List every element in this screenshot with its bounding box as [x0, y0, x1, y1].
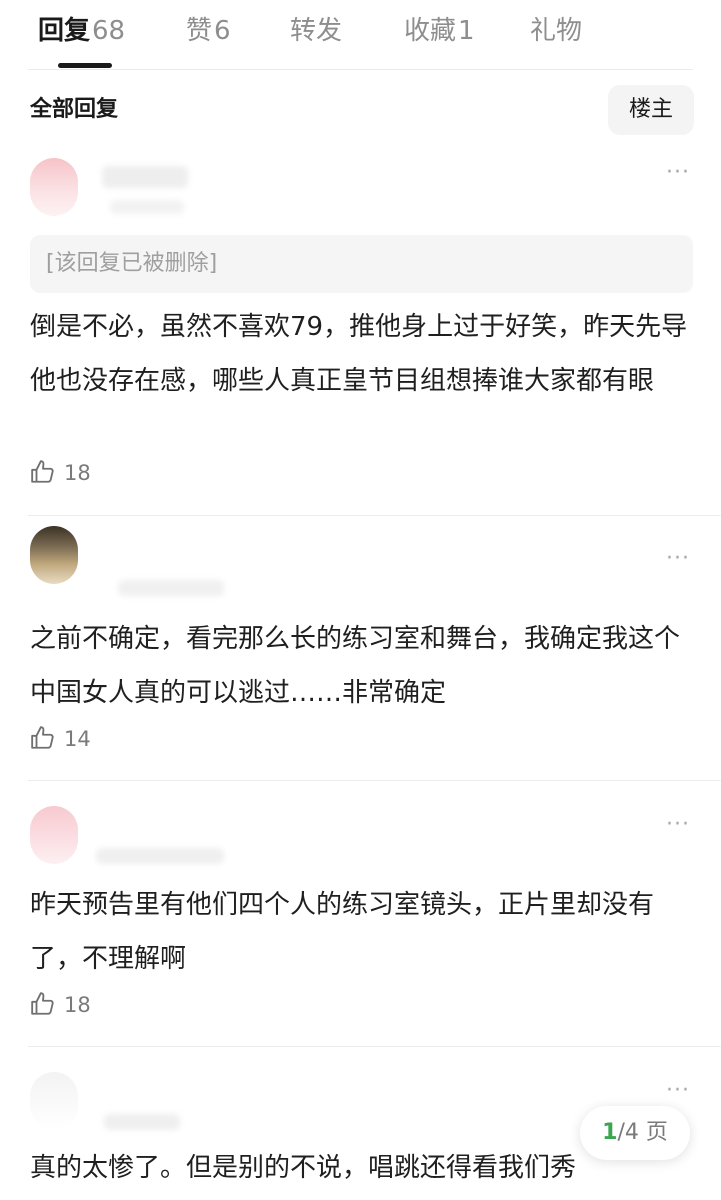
more-options-icon[interactable]: ··· [666, 548, 690, 570]
like-count: 18 [64, 461, 91, 485]
thumbs-up-icon [31, 726, 54, 749]
tab-gifts[interactable]: 礼物 [530, 14, 582, 48]
tab-replies[interactable]: 回复68 [38, 14, 125, 48]
total-pages: /4 页 [617, 1120, 668, 1145]
tab-favorites[interactable]: 收藏1 [404, 14, 475, 48]
section-title: 全部回复 [30, 97, 119, 122]
username-blurred[interactable] [96, 848, 224, 864]
avatar[interactable] [30, 1072, 78, 1130]
comment-text: 昨天预告里有他们四个人的练习室镜头，正片里却没有了，不理解啊 [30, 890, 655, 974]
avatar[interactable] [30, 526, 78, 584]
tab-likes[interactable]: 赞6 [186, 14, 231, 48]
tab-favorites-count: 1 [458, 16, 475, 46]
thumbs-up-icon [31, 460, 54, 483]
more-options-icon[interactable]: ··· [666, 814, 690, 836]
username-blurred[interactable] [118, 580, 224, 596]
comment-text: 之前不确定，看完那么长的练习室和舞台，我确定我这个中国女人真的可以逃过……非常确… [30, 624, 681, 708]
username-blurred[interactable] [102, 166, 188, 188]
tab-likes-label: 赞 [186, 16, 213, 46]
avatar[interactable] [30, 158, 78, 216]
like-count: 14 [64, 727, 91, 751]
deleted-reply-quote: [该回复已被删除] [30, 235, 693, 293]
tab-replies-count: 68 [92, 16, 126, 46]
page-indicator[interactable]: 1/4 页 [580, 1106, 690, 1160]
avatar[interactable] [30, 806, 78, 864]
op-only-filter-button[interactable]: 楼主 [608, 85, 694, 135]
thumbs-up-icon [31, 992, 54, 1015]
tab-favorites-label: 收藏 [404, 16, 457, 46]
comment-divider [28, 515, 721, 516]
tab-likes-count: 6 [214, 16, 231, 46]
like-count: 18 [64, 993, 91, 1017]
more-options-icon[interactable]: ··· [666, 162, 690, 184]
more-options-icon[interactable]: ··· [666, 1080, 690, 1102]
tab-bar: 回复68 赞6 转发 收藏1 礼物 [0, 0, 721, 70]
comment-text: 倒是不必，虽然不喜欢79，推他身上过于好笑，昨天先导他也没存在感，哪些人真正皇节… [30, 312, 688, 396]
tabs-divider [28, 69, 693, 70]
active-tab-indicator [58, 63, 112, 68]
tab-gifts-label: 礼物 [530, 16, 583, 46]
current-page: 1 [602, 1120, 618, 1145]
tab-replies-label: 回复 [38, 16, 91, 46]
comment-divider [28, 1046, 721, 1047]
username-blurred[interactable] [104, 1114, 180, 1130]
tab-reposts[interactable]: 转发 [290, 14, 342, 48]
comment-divider [28, 780, 721, 781]
tab-reposts-label: 转发 [290, 16, 343, 46]
user-meta-blurred [110, 200, 184, 214]
